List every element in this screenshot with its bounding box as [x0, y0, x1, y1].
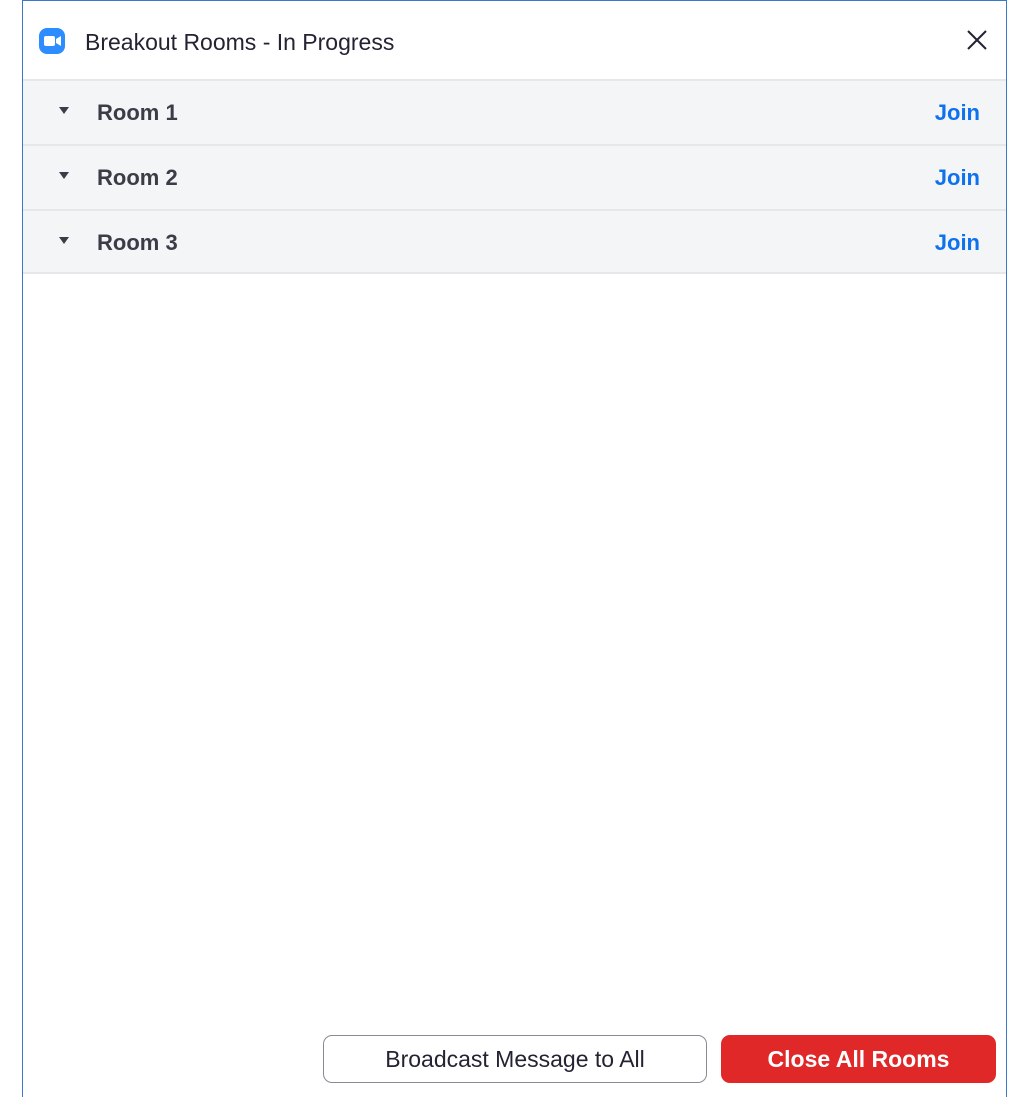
title-bar: Breakout Rooms - In Progress: [23, 1, 1006, 79]
room-name: Room 1: [97, 100, 178, 125]
room-row[interactable]: Room 3 Join: [23, 209, 1006, 274]
chevron-down-icon[interactable]: [59, 237, 69, 244]
room-row[interactable]: Room 1 Join: [23, 79, 1006, 144]
room-name: Room 2: [97, 165, 178, 190]
close-all-rooms-button[interactable]: Close All Rooms: [721, 1035, 996, 1083]
room-list: Room 1 Join Room 2 Join Room 3 Join: [23, 79, 1006, 274]
breakout-rooms-window: Breakout Rooms - In Progress Room 1 Join…: [22, 0, 1007, 1097]
close-icon[interactable]: [960, 23, 994, 57]
join-room-2-link[interactable]: Join: [935, 164, 980, 192]
broadcast-message-button[interactable]: Broadcast Message to All: [323, 1035, 707, 1083]
chevron-down-icon[interactable]: [59, 107, 69, 114]
zoom-camera-icon: [39, 28, 65, 54]
join-room-1-link[interactable]: Join: [935, 99, 980, 127]
chevron-down-icon[interactable]: [59, 172, 69, 179]
room-row[interactable]: Room 2 Join: [23, 144, 1006, 209]
window-title: Breakout Rooms - In Progress: [85, 29, 395, 55]
join-room-3-link[interactable]: Join: [935, 229, 980, 257]
room-name: Room 3: [97, 230, 178, 255]
